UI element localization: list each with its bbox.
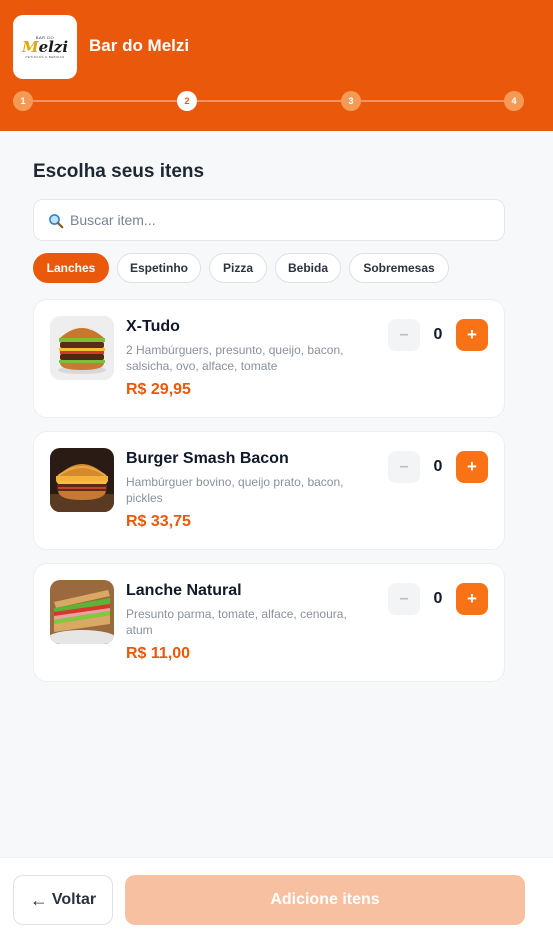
item-description: 2 Hambúrguers, presunto, queijo, bacon, … bbox=[126, 343, 344, 373]
item-quantity: 0 bbox=[433, 590, 443, 607]
increase-quantity-button[interactable]: + bbox=[456, 451, 488, 483]
category-tab-espetinho[interactable]: Espetinho bbox=[117, 253, 201, 283]
footer-bar: ← Voltar Adicione itens bbox=[0, 857, 553, 935]
menu-item-card: Burger Smash Bacon Hambúrguer bovino, qu… bbox=[33, 431, 505, 550]
item-quantity: 0 bbox=[433, 458, 443, 475]
decrease-quantity-button[interactable]: – bbox=[388, 583, 420, 615]
category-tab-pizza[interactable]: Pizza bbox=[209, 253, 267, 283]
arrow-left-icon: ← bbox=[29, 889, 48, 910]
logo-initial: M bbox=[21, 38, 39, 56]
add-items-button[interactable]: Adicione itens bbox=[125, 875, 525, 925]
logo-sub-text: PETISCOS & BEBIDAS bbox=[25, 55, 65, 59]
item-quantity: 0 bbox=[433, 326, 443, 343]
decrease-quantity-button[interactable]: – bbox=[388, 451, 420, 483]
search-input[interactable] bbox=[70, 200, 490, 240]
search-icon bbox=[49, 214, 64, 229]
item-price: R$ 33,75 bbox=[126, 513, 191, 530]
item-price: R$ 29,95 bbox=[126, 381, 191, 398]
category-tab-bebida[interactable]: Bebida bbox=[275, 253, 341, 283]
step-4: 4 bbox=[504, 91, 524, 111]
increase-quantity-button[interactable]: + bbox=[456, 583, 488, 615]
logo-main-text: Melzi bbox=[22, 40, 68, 55]
decrease-quantity-button[interactable]: – bbox=[388, 319, 420, 351]
progress-line bbox=[23, 100, 514, 102]
item-image bbox=[50, 448, 114, 512]
step-3: 3 bbox=[341, 91, 361, 111]
item-name: Burger Smash Bacon bbox=[126, 450, 289, 467]
step-1: 1 bbox=[13, 91, 33, 111]
category-tab-lanches[interactable]: Lanches bbox=[33, 253, 109, 283]
menu-item-card: X-Tudo 2 Hambúrguers, presunto, queijo, … bbox=[33, 299, 505, 418]
menu-item-card: Lanche Natural Presunto parma, tomate, a… bbox=[33, 563, 505, 682]
item-price: R$ 11,00 bbox=[126, 645, 191, 662]
search-box[interactable] bbox=[33, 199, 505, 241]
back-button-label: Voltar bbox=[51, 891, 97, 908]
item-name: Lanche Natural bbox=[126, 582, 242, 599]
item-description: Presunto parma, tomate, alface, cenoura,… bbox=[126, 607, 347, 637]
increase-quantity-button[interactable]: + bbox=[456, 319, 488, 351]
back-button[interactable]: ← Voltar bbox=[13, 875, 113, 925]
item-name: X-Tudo bbox=[126, 318, 180, 335]
brand-name: Bar do Melzi bbox=[89, 36, 190, 55]
brand-logo: BAR DO Melzi PETISCOS & BEBIDAS bbox=[13, 15, 77, 79]
step-2: 2 bbox=[177, 91, 197, 111]
item-image bbox=[50, 580, 114, 644]
logo-rest: elzi bbox=[38, 38, 69, 56]
item-description: Hambúrguer bovino, queijo prato, bacon, … bbox=[126, 475, 344, 505]
page-title: Escolha seus itens bbox=[33, 161, 205, 182]
item-image bbox=[50, 316, 114, 380]
category-tab-sobremesas[interactable]: Sobremesas bbox=[349, 253, 449, 283]
app-header: BAR DO Melzi PETISCOS & BEBIDAS Bar do M… bbox=[0, 0, 553, 131]
